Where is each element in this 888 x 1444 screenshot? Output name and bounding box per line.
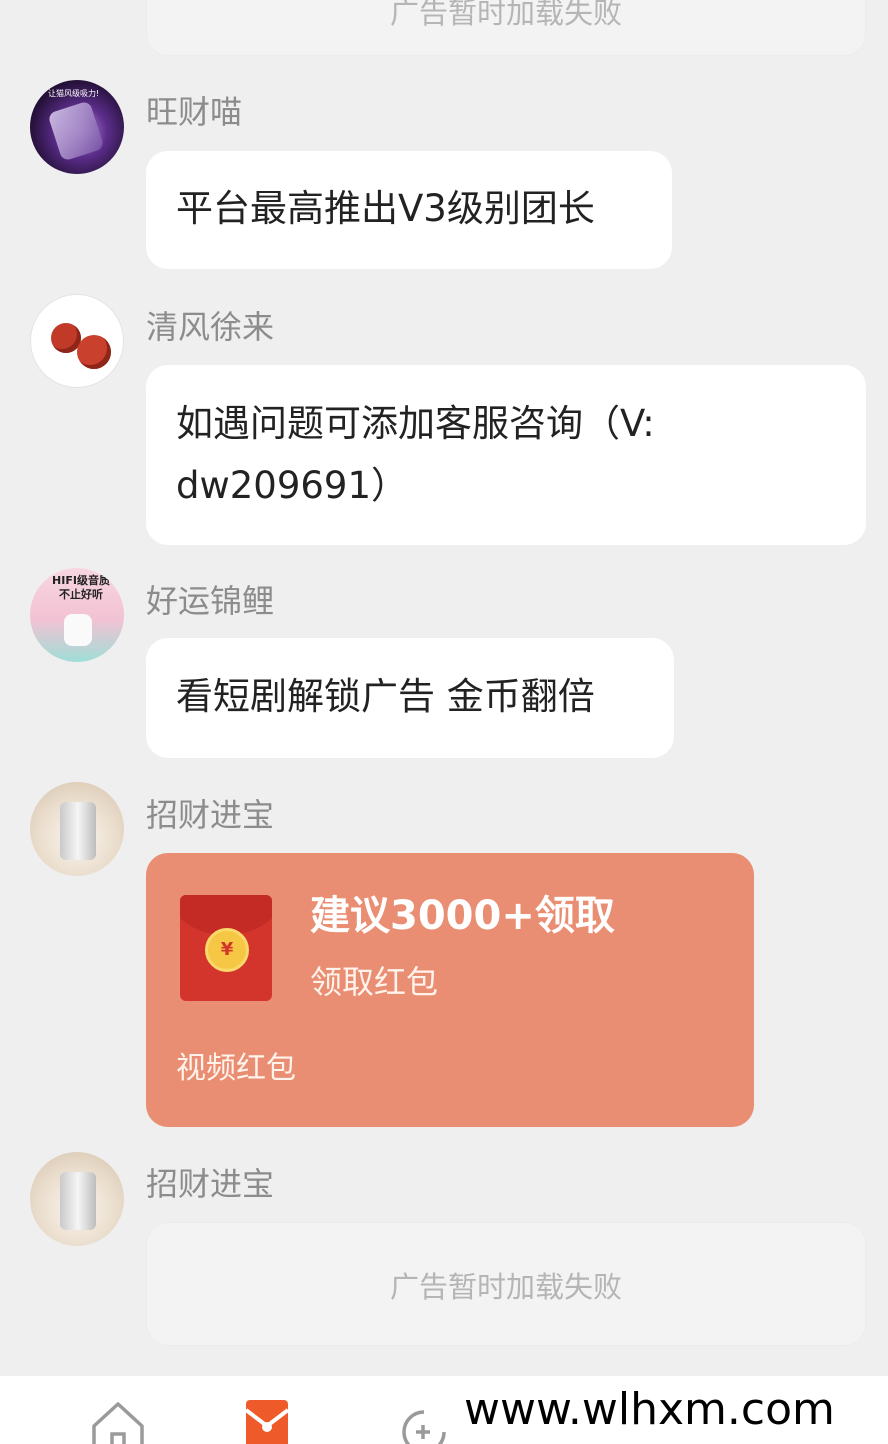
coin-icon: ¥ [205,928,249,972]
sender-name: 招财进宝 [146,1165,275,1203]
red-packet-subtitle: 领取红包 [310,963,439,1001]
red-packet-title: 建议3000+领取 [310,893,615,939]
ad-bubble-top: 广告暂时加载失败 [146,0,866,56]
avatar[interactable] [30,1152,124,1246]
red-envelope-icon[interactable] [244,1400,290,1444]
sender-name: 好运锦鲤 [146,582,275,620]
avatar[interactable]: 让猫风级吸力! [30,80,124,174]
sender-name: 清风徐来 [146,308,275,346]
red-packet-footer: 视频红包 [176,1051,296,1086]
home-icon[interactable] [88,1398,148,1444]
message-bubble[interactable]: 看短剧解锁广告 金币翻倍 [146,638,674,758]
message-text: 看短剧解锁广告 金币翻倍 [176,675,595,718]
message-bubble[interactable]: 平台最高推出V3级别团长 [146,151,672,269]
bottom-tab-bar: www.wlhxm.com [0,1376,888,1444]
ad-fail-text: 广告暂时加载失败 [389,0,622,30]
sender-name: 招财进宝 [146,796,275,834]
message-text-line: dw209691） [176,464,408,507]
avatar[interactable] [30,782,124,876]
red-packet-card[interactable]: ¥ 建议3000+领取 领取红包 视频红包 [146,853,754,1127]
message-text-line: 如遇问题可添加客服咨询（V: [176,402,655,445]
message-bubble[interactable]: 如遇问题可添加客服咨询（V: dw209691） [146,365,866,545]
red-envelope-icon: ¥ [180,895,272,1001]
vacuum-product-image [47,100,105,162]
message-text: 平台最高推出V3级别团长 [176,187,595,230]
avatar[interactable]: HIFI级音质 不止好听 [30,568,124,662]
ad-fail-text: 广告暂时加载失败 [389,1270,622,1304]
kettle-product-image [60,802,96,860]
avatar[interactable] [30,294,124,388]
speaker-product-image [64,614,92,646]
sender-name: 旺财喵 [146,93,243,131]
avatar-caption: 让猫风级吸力! [48,89,100,98]
earbud-image [77,335,111,369]
ad-bubble: 广告暂时加载失败 [146,1222,866,1346]
watermark-text: www.wlhxm.com [464,1384,835,1435]
kettle-product-image [60,1172,96,1230]
avatar-caption: 不止好听 [59,588,103,601]
game-add-icon[interactable] [400,1406,448,1444]
